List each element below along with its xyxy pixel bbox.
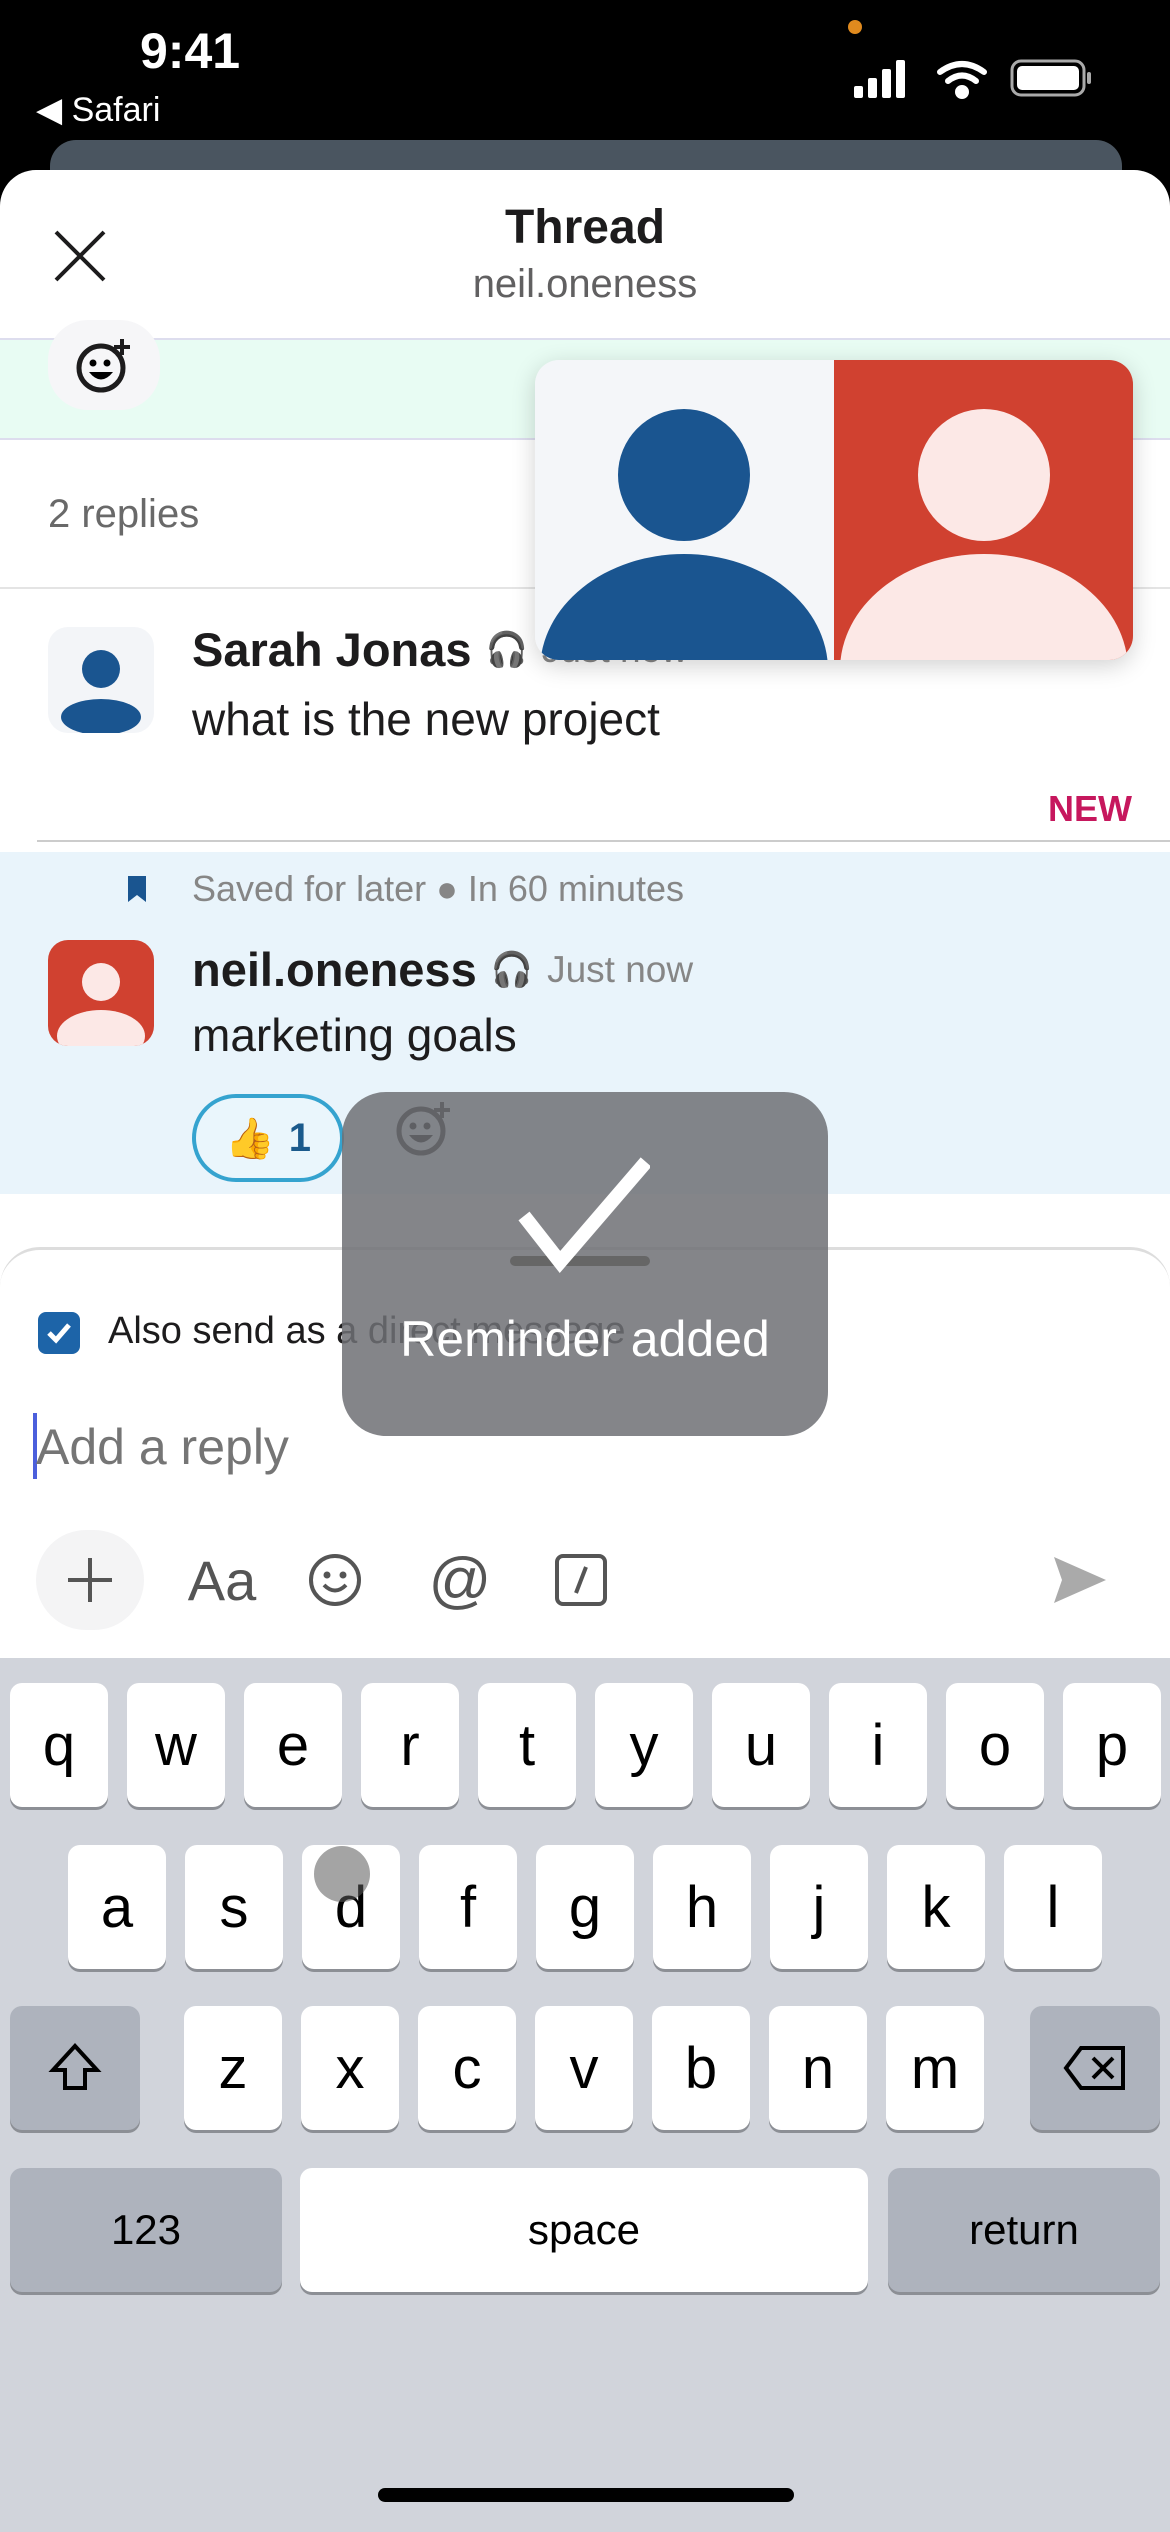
new-divider <box>37 840 1170 842</box>
key-s[interactable]: s <box>185 1845 283 1969</box>
saved-label: Saved for later <box>192 868 427 909</box>
bookmark-icon <box>128 876 146 902</box>
key-k[interactable]: k <box>887 1845 985 1969</box>
person-icon <box>57 963 145 1046</box>
send-icon <box>1054 1557 1106 1603</box>
reaction-thumbsup[interactable]: 👍 1 <box>192 1094 344 1182</box>
key-g[interactable]: g <box>536 1845 634 1969</box>
toast-text: Reminder added <box>400 1311 770 1367</box>
key-x[interactable]: x <box>301 2006 399 2130</box>
key-t[interactable]: t <box>478 1683 576 1807</box>
key-r[interactable]: r <box>361 1683 459 1807</box>
key-c[interactable]: c <box>418 2006 516 2130</box>
slash-icon <box>555 1554 607 1606</box>
message-text: marketing goals <box>192 1009 517 1061</box>
saved-due: In 60 minutes <box>467 868 684 909</box>
status-icons <box>854 59 1091 99</box>
key-b[interactable]: b <box>652 2006 750 2130</box>
reaction-count: 1 <box>288 1115 312 1160</box>
key-v[interactable]: v <box>535 2006 633 2130</box>
message-text: what is the new project <box>192 693 660 745</box>
touch-indicator <box>314 1846 370 1902</box>
keyboard: q w e r t y u i o p a s d f g h j k l z x c v b n m 123 space return <box>0 1658 1170 2532</box>
also-send-checkbox[interactable] <box>38 1312 80 1354</box>
replies-count: 2 replies <box>48 492 200 536</box>
battery-icon <box>1010 59 1091 97</box>
status-time: 9:41 <box>140 23 241 79</box>
key-o[interactable]: o <box>946 1683 1044 1807</box>
home-indicator <box>378 2488 794 2502</box>
author-name[interactable]: neil.oneness <box>192 942 477 997</box>
return-key[interactable]: return <box>888 2168 1160 2292</box>
avatar-sarah[interactable] <box>48 627 154 733</box>
saved-status: Saved for later ● In 60 minutes <box>192 868 684 909</box>
key-i[interactable]: i <box>829 1683 927 1807</box>
video-tile-neil <box>834 360 1133 660</box>
key-y[interactable]: y <box>595 1683 693 1807</box>
add-reaction-button[interactable] <box>48 320 160 410</box>
smiley-icon <box>309 1554 361 1606</box>
page-subtitle: neil.oneness <box>472 262 698 306</box>
page-title: Thread <box>504 201 666 254</box>
author-name[interactable]: Sarah Jonas <box>192 622 472 677</box>
key-l[interactable]: l <box>1004 1845 1102 1969</box>
video-tile-sarah <box>535 360 834 660</box>
avatar-neil[interactable] <box>48 940 154 1046</box>
call-video-overlay[interactable] <box>535 360 1133 660</box>
key-h[interactable]: h <box>653 1845 751 1969</box>
new-badge: NEW <box>1048 788 1132 829</box>
back-app-label: Safari <box>71 91 161 129</box>
key-j[interactable]: j <box>770 1845 868 1969</box>
thread-sheet: Thread neil.oneness 2 replies Sarah Jona… <box>0 170 1170 2532</box>
slash-command-button[interactable] <box>548 1530 614 1630</box>
key-q[interactable]: q <box>10 1683 108 1807</box>
shift-key[interactable] <box>10 2006 140 2130</box>
key-n[interactable]: n <box>769 2006 867 2130</box>
add-attachment-button[interactable] <box>36 1530 144 1630</box>
emoji-button[interactable] <box>300 1530 370 1630</box>
backspace-icon <box>1063 2046 1125 2090</box>
message-time: Just now <box>547 948 694 990</box>
backspace-key[interactable] <box>1030 2006 1160 2130</box>
plus-icon <box>68 1558 112 1602</box>
toast-reminder-added: Reminder added <box>342 1092 828 1436</box>
format-button[interactable]: Aa <box>172 1530 272 1630</box>
space-key[interactable]: space <box>300 2168 868 2292</box>
wifi-icon <box>937 61 987 99</box>
headphones-icon: 🎧 <box>485 630 528 669</box>
at-icon: @ <box>428 1545 492 1615</box>
numbers-key[interactable]: 123 <box>10 2168 282 2292</box>
add-emoji-icon <box>76 339 130 393</box>
check-icon <box>47 1323 71 1344</box>
key-a[interactable]: a <box>68 1845 166 1969</box>
key-e[interactable]: e <box>244 1683 342 1807</box>
message-header: neil.oneness 🎧 Just now <box>192 942 693 997</box>
key-z[interactable]: z <box>184 2006 282 2130</box>
privacy-indicator <box>848 20 862 34</box>
back-to-safari[interactable]: ◀ Safari <box>36 90 160 130</box>
key-u[interactable]: u <box>712 1683 810 1807</box>
shift-icon <box>48 2043 102 2090</box>
person-icon <box>840 409 1128 660</box>
key-w[interactable]: w <box>127 1683 225 1807</box>
signal-icon <box>854 60 905 98</box>
person-icon <box>540 409 828 660</box>
thumbs-up-icon: 👍 <box>224 1116 275 1161</box>
person-icon <box>61 650 141 733</box>
headphones-icon: 🎧 <box>490 950 534 989</box>
key-f[interactable]: f <box>419 1845 517 1969</box>
send-button[interactable] <box>1040 1530 1120 1630</box>
key-p[interactable]: p <box>1063 1683 1161 1807</box>
checkmark-icon <box>510 1157 650 1274</box>
mention-button[interactable]: @ <box>420 1530 500 1630</box>
key-m[interactable]: m <box>886 2006 984 2130</box>
